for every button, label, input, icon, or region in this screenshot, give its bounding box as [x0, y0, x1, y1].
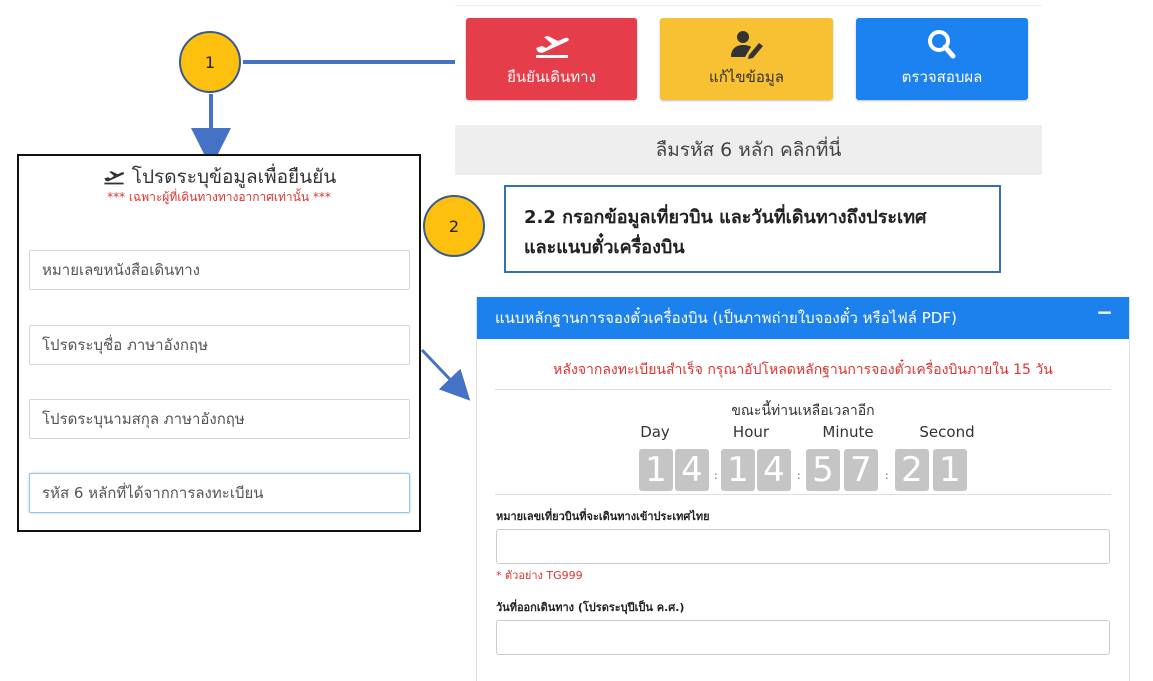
countdown-digit: 7 — [844, 449, 878, 491]
arrow-form-to-panel — [420, 348, 471, 401]
airplane-departure-icon — [535, 36, 569, 58]
step-2-callout-line2: และแนบตั๋วเครื่องบิน — [524, 237, 685, 258]
top-action-bar: ยืนยันเดินทาง แก้ไขข้อมูล ตรวจสอบผล — [455, 5, 1042, 111]
countdown-day-label: Day — [640, 423, 670, 441]
countdown-hour-label: Hour — [732, 423, 770, 441]
divider — [495, 389, 1111, 390]
check-result-label: ตรวจสอบผล — [901, 68, 983, 86]
step-2-callout: 2.2 กรอกข้อมูลเที่ยวบิน และวันที่เดินทาง… — [504, 185, 1001, 273]
flight-number-input[interactable] — [496, 529, 1110, 564]
countdown-separator: : — [714, 469, 718, 482]
search-icon — [928, 30, 956, 59]
confirm-travel-label: ยืนยันเดินทาง — [507, 68, 596, 86]
upload-panel-title: แนบหลักฐานการจองตั๋วเครื่องบิน (เป็นภาพถ… — [495, 309, 957, 327]
airplane-departure-icon — [104, 171, 124, 185]
countdown-digit: 4 — [757, 449, 791, 491]
countdown-digit: 1 — [639, 449, 673, 491]
step-2-marker: 2 — [423, 195, 485, 257]
collapse-icon[interactable]: − — [1096, 300, 1113, 324]
form-title-text: โปรดระบุข้อมูลเพื่อยืนยัน — [131, 166, 337, 188]
countdown-separator: : — [885, 469, 889, 482]
upload-panel-header: แนบหลักฐานการจองตั๋วเครื่องบิน (เป็นภาพถ… — [477, 297, 1129, 339]
first-name-input[interactable] — [29, 325, 410, 365]
countdown-digit: 5 — [806, 449, 840, 491]
ticket-upload-panel: แนบหลักฐานการจองตั๋วเครื่องบิน (เป็นภาพถ… — [476, 297, 1130, 681]
confirm-travel-button[interactable]: ยืนยันเดินทาง — [466, 18, 637, 100]
flight-number-label: หมายเลขเที่ยวบินที่จะเดินทางเข้าประเทศไท… — [496, 510, 710, 523]
last-name-input[interactable] — [29, 399, 410, 439]
registration-code-input[interactable] — [29, 473, 410, 513]
countdown-minute-label: Minute — [822, 423, 874, 441]
confirm-form-panel: โปรดระบุข้อมูลเพื่อยืนยัน *** เฉพาะผู้ที… — [17, 154, 421, 532]
edit-info-button[interactable]: แก้ไขข้อมูล — [660, 18, 833, 100]
time-remaining-label: ขณะนี้ท่านเหลือเวลาอีก — [731, 403, 875, 419]
step-1-marker: 1 — [179, 31, 241, 93]
countdown-digit: 2 — [895, 449, 929, 491]
passport-number-input[interactable] — [29, 250, 410, 290]
departure-date-input[interactable] — [496, 620, 1110, 655]
countdown-digit: 1 — [721, 449, 755, 491]
form-subtitle: *** เฉพาะผู้ที่เดินทางทางอากาศเท่านั้น *… — [107, 190, 331, 204]
edit-info-label: แก้ไขข้อมูล — [709, 68, 784, 86]
user-edit-icon — [730, 31, 763, 59]
countdown-digit: 4 — [675, 449, 709, 491]
flight-number-hint: * ตัวอย่าง TG999 — [496, 569, 583, 582]
countdown-separator: : — [797, 469, 801, 482]
check-result-button[interactable]: ตรวจสอบผล — [856, 18, 1028, 100]
upload-deadline-notice: หลังจากลงทะเบียนสำเร็จ กรุณาอัปโหลดหลักฐ… — [553, 362, 1053, 378]
countdown-second-label: Second — [919, 423, 975, 441]
step-2-callout-line1: 2.2 กรอกข้อมูลเที่ยวบิน และวันที่เดินทาง… — [524, 207, 927, 228]
countdown-digit: 1 — [933, 449, 967, 491]
forgot-code-link[interactable]: ลืมรหัส 6 หลัก คลิกที่นี่ — [455, 125, 1042, 175]
divider — [495, 494, 1111, 495]
departure-date-label: วันที่ออกเดินทาง (โปรดระบุปีเป็น ค.ศ.) — [496, 601, 685, 614]
